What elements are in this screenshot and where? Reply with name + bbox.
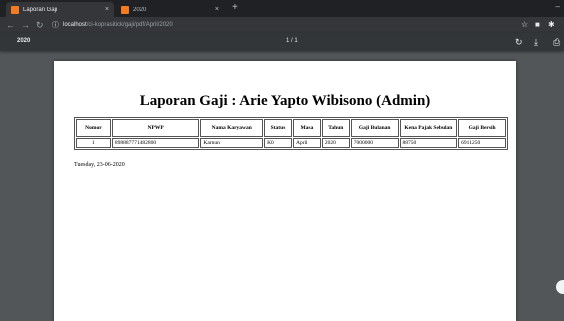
page-counter: 1 / 1 xyxy=(286,38,298,44)
cell-tahun: 2020 xyxy=(321,138,350,148)
fit-page-button[interactable] xyxy=(556,280,564,294)
table-row: 1 898887771482800 Karnun K0 April 2020 7… xyxy=(76,138,506,148)
header-gaji-bulanan: Gaji Bulanan xyxy=(350,119,399,137)
close-tab-icon[interactable]: × xyxy=(105,6,109,13)
favicon-icon xyxy=(121,5,129,14)
cell-status: K0 xyxy=(264,138,292,148)
cell-npwp: 898887771482800 xyxy=(111,138,200,148)
address-toolbar: ← → ↻ ⓘ localhost /ci-koprasitick/gaji/p… xyxy=(0,17,564,33)
back-icon[interactable]: ← xyxy=(6,19,15,31)
url-host: localhost xyxy=(63,22,87,28)
bookmark-star-icon[interactable]: ☆ xyxy=(521,19,528,31)
minimize-icon[interactable]: – xyxy=(556,2,560,11)
cell-gaji-bulanan: 7000000 xyxy=(350,138,399,148)
tab-title: 2020 xyxy=(133,6,147,13)
favicon-icon xyxy=(11,5,19,14)
cell-kena-pajak: 88750 xyxy=(399,138,458,148)
salary-table: Nomor NPWP Nama Karyawan Status Masa Tah… xyxy=(74,117,508,150)
url-path: /ci-koprasitick/gaji/pdf/April/2020 xyxy=(86,22,173,28)
table-header-row: Nomor NPWP Nama Karyawan Status Masa Tah… xyxy=(76,119,506,137)
rotate-icon[interactable]: ↻ xyxy=(515,36,523,48)
header-npwp: NPWP xyxy=(111,119,200,137)
report-date: Tuesday, 23-06-2020 xyxy=(74,162,125,168)
forward-icon[interactable]: → xyxy=(21,19,30,31)
print-icon[interactable]: ⎙ xyxy=(553,36,560,48)
pdf-toolbar: 2020 1 / 1 ↻ ⤓ ⎙ xyxy=(0,33,564,51)
cell-nomor: 1 xyxy=(76,138,111,148)
header-masa: Masa xyxy=(292,119,321,137)
info-icon[interactable]: ⓘ xyxy=(52,20,59,30)
browser-tab-strip: Laporan Gaji × 2020 × + – xyxy=(0,0,564,17)
puzzle-extension-icon[interactable]: ✱ xyxy=(548,19,555,31)
url-bar[interactable]: ⓘ localhost /ci-koprasitick/gaji/pdf/Apr… xyxy=(52,19,517,31)
pdf-filename: 2020 xyxy=(17,38,31,44)
tab-2020[interactable]: 2020 × xyxy=(116,2,224,17)
tab-laporan-gaji[interactable]: Laporan Gaji × xyxy=(6,2,114,17)
cell-nama: Karnun xyxy=(200,138,264,148)
reload-icon[interactable]: ↻ xyxy=(36,19,44,31)
header-gaji-bersih: Gaji Bersih xyxy=(458,119,506,137)
pdf-page: Laporan Gaji : Arie Yapto Wibisono (Admi… xyxy=(54,61,516,321)
cell-masa: April xyxy=(292,138,321,148)
header-nomor: Nomor xyxy=(76,119,111,137)
header-tahun: Tahun xyxy=(321,119,350,137)
extension-icon[interactable]: ■ xyxy=(535,19,540,31)
header-kena-pajak: Kena Pajak Sebulan xyxy=(399,119,458,137)
new-tab-button[interactable]: + xyxy=(232,2,238,14)
download-icon[interactable]: ⤓ xyxy=(534,36,538,48)
header-nama-karyawan: Nama Karyawan xyxy=(200,119,264,137)
close-tab-icon[interactable]: × xyxy=(215,6,219,13)
report-title: Laporan Gaji : Arie Yapto Wibisono (Admi… xyxy=(139,93,431,109)
cell-gaji-bersih: 6911250 xyxy=(458,138,506,148)
header-status: Status xyxy=(264,119,292,137)
tab-title: Laporan Gaji xyxy=(23,6,58,13)
